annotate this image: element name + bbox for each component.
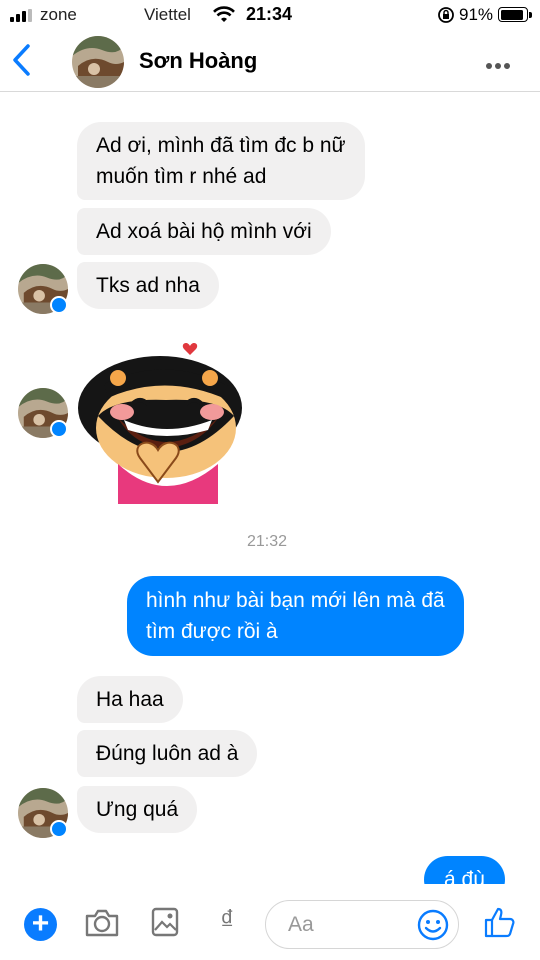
message-input-placeholder: Aa [288,913,314,936]
message-incoming[interactable]: Ưng quá [77,786,198,833]
messenger-badge-icon [50,420,68,438]
currency-icon[interactable]: ₫ [220,904,234,936]
carrier-name: Viettel [144,5,191,24]
message-incoming[interactable]: Ad xoá bài hộ mình với [77,208,331,255]
chevron-left-icon[interactable] [8,42,38,78]
message-line: tìm được rồi à [146,620,278,643]
message-incoming[interactable]: Ha haa [77,676,183,723]
status-time: 21:34 [246,4,293,24]
carrier-left: zone [40,5,77,24]
plus-icon[interactable]: + [24,908,57,941]
chat-header: Sơn Hoàng [0,30,540,92]
contact-name: Sơn Hoàng [139,48,258,73]
emoji-icon[interactable] [416,908,450,942]
signal-icon [10,9,36,22]
sticker-image[interactable] [78,338,248,504]
message-timestamp: 21:32 [246,533,288,550]
image-icon[interactable] [150,906,180,938]
composer-bar: + ₫ Aa [0,884,540,960]
contact-avatar[interactable] [72,36,124,88]
message-line: Ad ơi, mình đã tìm đc b nữ [96,134,346,157]
battery-percent: 91% [459,5,494,24]
status-bar: zone Viettel 21:34 91% [0,0,540,30]
wifi-icon [213,6,235,22]
rotation-lock-icon [438,7,454,23]
battery-fill [500,9,524,20]
message-input[interactable]: Aa [265,900,459,949]
camera-icon[interactable] [84,908,120,938]
battery-icon [498,7,532,22]
message-incoming[interactable]: Đúng luôn ad à [77,730,258,777]
like-icon[interactable] [482,904,518,940]
more-icon[interactable] [486,56,514,69]
messenger-badge-icon [50,296,68,314]
message-outgoing[interactable]: hình như bài bạn mới lên mà đã tìm được … [127,576,464,656]
messenger-badge-icon [50,820,68,838]
message-incoming[interactable]: Ad ơi, mình đã tìm đc b nữ muốn tìm r nh… [77,122,365,200]
message-line: hình như bài bạn mới lên mà đã [146,589,445,612]
message-line: muốn tìm r nhé ad [96,165,267,188]
message-incoming[interactable]: Tks ad nha [77,262,219,309]
